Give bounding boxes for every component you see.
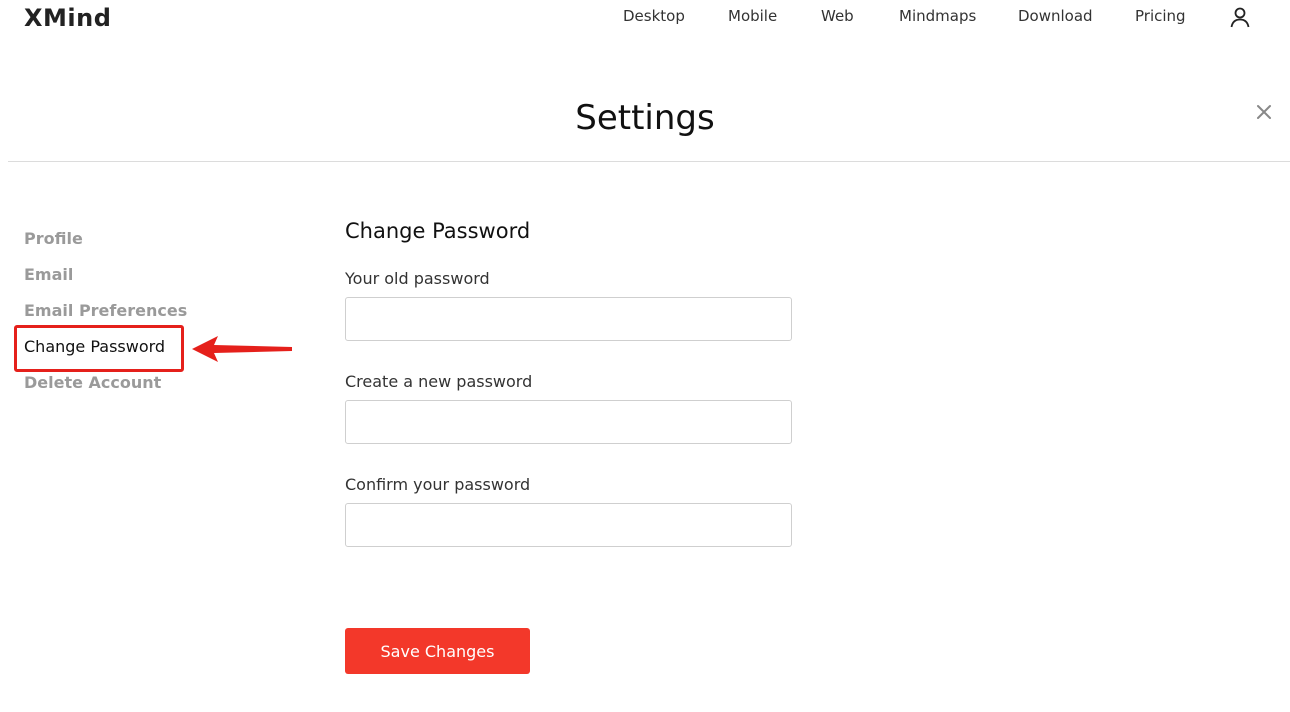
sidebar-item-email[interactable]: Email xyxy=(24,265,73,284)
xmind-logo[interactable]: XMind xyxy=(24,4,111,32)
nav-download[interactable]: Download xyxy=(1018,7,1093,25)
confirm-password-label: Confirm your password xyxy=(345,475,531,494)
annotation-highlight-box xyxy=(14,325,184,372)
close-icon[interactable] xyxy=(1254,102,1274,122)
sidebar-item-email-preferences[interactable]: Email Preferences xyxy=(24,301,187,320)
page-title: Settings xyxy=(575,98,715,138)
sidebar-item-profile[interactable]: Profile xyxy=(24,229,83,248)
new-password-label: Create a new password xyxy=(345,372,533,391)
settings-page: XMind Desktop Mobile Web Mindmaps Downlo… xyxy=(0,0,1290,712)
save-changes-button[interactable]: Save Changes xyxy=(345,628,530,674)
old-password-input[interactable] xyxy=(345,297,792,341)
user-icon[interactable] xyxy=(1228,6,1252,30)
new-password-input[interactable] xyxy=(345,400,792,444)
confirm-password-input[interactable] xyxy=(345,503,792,547)
nav-mobile[interactable]: Mobile xyxy=(728,7,777,25)
old-password-label: Your old password xyxy=(345,269,490,288)
annotation-arrow-icon xyxy=(192,336,292,362)
header-divider xyxy=(8,161,1290,162)
nav-pricing[interactable]: Pricing xyxy=(1135,7,1186,25)
sidebar-item-delete-account[interactable]: Delete Account xyxy=(24,373,161,392)
nav-web[interactable]: Web xyxy=(821,7,854,25)
nav-desktop[interactable]: Desktop xyxy=(623,7,685,25)
form-title: Change Password xyxy=(345,219,531,243)
nav-mindmaps[interactable]: Mindmaps xyxy=(899,7,976,25)
